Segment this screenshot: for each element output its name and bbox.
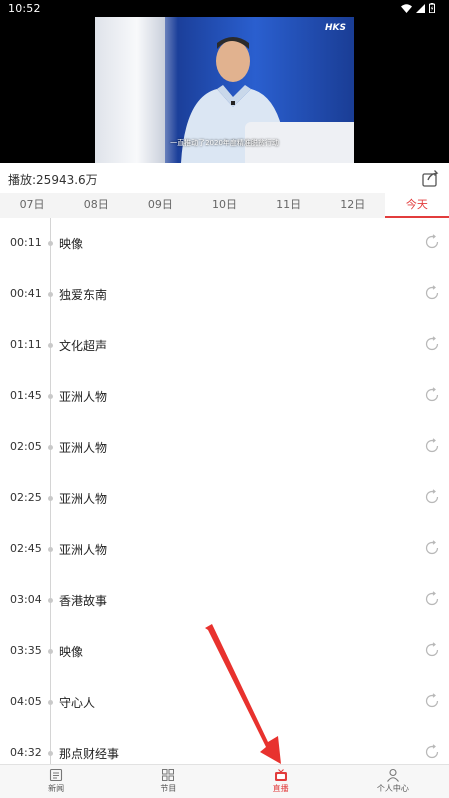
timeline-dot — [48, 292, 53, 297]
program-title: 守心人 — [59, 696, 96, 710]
replay-icon[interactable] — [424, 387, 440, 403]
nav-programs[interactable]: 节目 — [112, 765, 224, 798]
tab-08[interactable]: 08日 — [64, 193, 128, 218]
schedule-row[interactable]: 02:05 亚洲人物 — [0, 422, 449, 473]
replay-icon[interactable] — [424, 336, 440, 352]
schedule-row[interactable]: 00:41 独爱东南 — [0, 269, 449, 320]
date-tabs: 07日 08日 09日 10日 11日 12日 今天 — [0, 193, 449, 218]
program-title: 映像 — [59, 645, 84, 659]
tab-10[interactable]: 10日 — [192, 193, 256, 218]
tv-icon — [274, 769, 287, 781]
program-title: 香港故事 — [59, 594, 108, 608]
program-time: 03:35 — [10, 644, 42, 657]
timeline-dot — [48, 343, 53, 348]
battery-icon — [429, 3, 435, 13]
schedule-row[interactable]: 00:11 映像 — [0, 218, 449, 269]
replay-icon[interactable] — [424, 642, 440, 658]
bottom-nav: 新闻 节目 直播 个人中心 — [0, 764, 449, 798]
schedule-row[interactable]: 04:05 守心人 — [0, 677, 449, 728]
program-title: 亚洲人物 — [59, 441, 108, 455]
nav-profile[interactable]: 个人中心 — [337, 765, 449, 798]
wifi-icon — [401, 3, 412, 13]
status-time: 10:52 — [8, 2, 41, 15]
nav-news-label: 新闻 — [48, 784, 65, 793]
nav-programs-label: 节目 — [160, 784, 177, 793]
replay-icon[interactable] — [424, 693, 440, 709]
play-count: 播放:25943.6万 — [8, 173, 98, 187]
video-caption: 一直推动了2020年度精准脱贫行动 — [170, 139, 279, 147]
nav-news[interactable]: 新闻 — [0, 765, 112, 798]
grid-icon — [162, 769, 175, 781]
program-time: 01:11 — [10, 338, 42, 351]
schedule-row[interactable]: 03:35 映像 — [0, 626, 449, 677]
signal-icon — [416, 3, 425, 13]
nav-live-label: 直播 — [272, 784, 289, 793]
schedule-row[interactable]: 04:32 那点财经事 — [0, 728, 449, 764]
program-title: 那点财经事 — [59, 747, 120, 761]
program-title: 独爱东南 — [59, 288, 108, 302]
program-time: 01:45 — [10, 389, 42, 402]
program-time: 02:25 — [10, 491, 42, 504]
timeline-dot — [48, 751, 53, 756]
share-icon[interactable] — [421, 168, 441, 188]
play-info-row: 播放:25943.6万 — [0, 163, 449, 193]
schedule-row[interactable]: 01:45 亚洲人物 — [0, 371, 449, 422]
program-time: 04:32 — [10, 746, 42, 759]
nav-live[interactable]: 直播 — [225, 765, 337, 798]
video-frame[interactable]: HKS 一直推动了2020年度精准脱贫行动 — [95, 17, 354, 163]
timeline-dot — [48, 649, 53, 654]
timeline-dot — [48, 241, 53, 246]
replay-icon[interactable] — [424, 489, 440, 505]
tab-09[interactable]: 09日 — [128, 193, 192, 218]
program-title: 映像 — [59, 237, 84, 251]
replay-icon[interactable] — [424, 285, 440, 301]
timeline-dot — [48, 445, 53, 450]
schedule-row[interactable]: 02:25 亚洲人物 — [0, 473, 449, 524]
program-title: 亚洲人物 — [59, 543, 108, 557]
replay-icon[interactable] — [424, 234, 440, 250]
program-time: 02:45 — [10, 542, 42, 555]
status-icons — [401, 3, 435, 13]
program-time: 04:05 — [10, 695, 42, 708]
timeline-dot — [48, 598, 53, 603]
program-title: 亚洲人物 — [59, 492, 108, 506]
tab-12[interactable]: 12日 — [321, 193, 385, 218]
schedule-row[interactable]: 02:45 亚洲人物 — [0, 524, 449, 575]
program-time: 02:05 — [10, 440, 42, 453]
program-schedule: 00:11 映像 00:41 独爱东南 01:11 文化超声 01:45 亚洲人… — [0, 218, 449, 764]
user-icon — [386, 768, 399, 782]
program-time: 00:41 — [10, 287, 42, 300]
replay-icon[interactable] — [424, 744, 440, 760]
timeline-dot — [48, 496, 53, 501]
timeline-dot — [48, 547, 53, 552]
video-player[interactable]: 10:52 HKS 一直推动了2020年度精准脱贫行动 — [0, 0, 449, 163]
program-time: 00:11 — [10, 236, 42, 249]
program-title: 亚洲人物 — [59, 390, 108, 404]
channel-logo: HKS — [325, 23, 346, 33]
schedule-row[interactable]: 03:04 香港故事 — [0, 575, 449, 626]
news-icon — [50, 768, 63, 782]
schedule-row[interactable]: 01:11 文化超声 — [0, 320, 449, 371]
tab-today[interactable]: 今天 — [384, 193, 449, 218]
replay-icon[interactable] — [424, 438, 440, 454]
tab-11[interactable]: 11日 — [257, 193, 321, 218]
replay-icon[interactable] — [424, 591, 440, 607]
program-time: 03:04 — [10, 593, 42, 606]
replay-icon[interactable] — [424, 540, 440, 556]
timeline-dot — [48, 394, 53, 399]
program-title: 文化超声 — [59, 339, 108, 353]
tab-07[interactable]: 07日 — [0, 193, 64, 218]
nav-profile-label: 个人中心 — [376, 784, 409, 793]
timeline-dot — [48, 700, 53, 705]
